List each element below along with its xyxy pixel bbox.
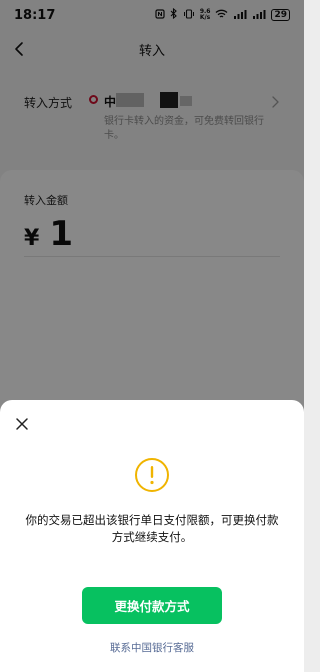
- payment-limit-dialog: 你的交易已超出该银行单日支付限额，可更换付款方式继续支付。 更换付款方式 联系中…: [0, 400, 304, 672]
- dialog-message: 你的交易已超出该银行单日支付限额，可更换付款方式继续支付。: [25, 513, 279, 544]
- change-payment-method-button[interactable]: 更换付款方式: [82, 587, 222, 624]
- close-icon[interactable]: [12, 414, 32, 434]
- contact-bank-service-link[interactable]: 联系中国银行客服: [0, 640, 304, 655]
- exclamation-circle-icon: [134, 457, 170, 493]
